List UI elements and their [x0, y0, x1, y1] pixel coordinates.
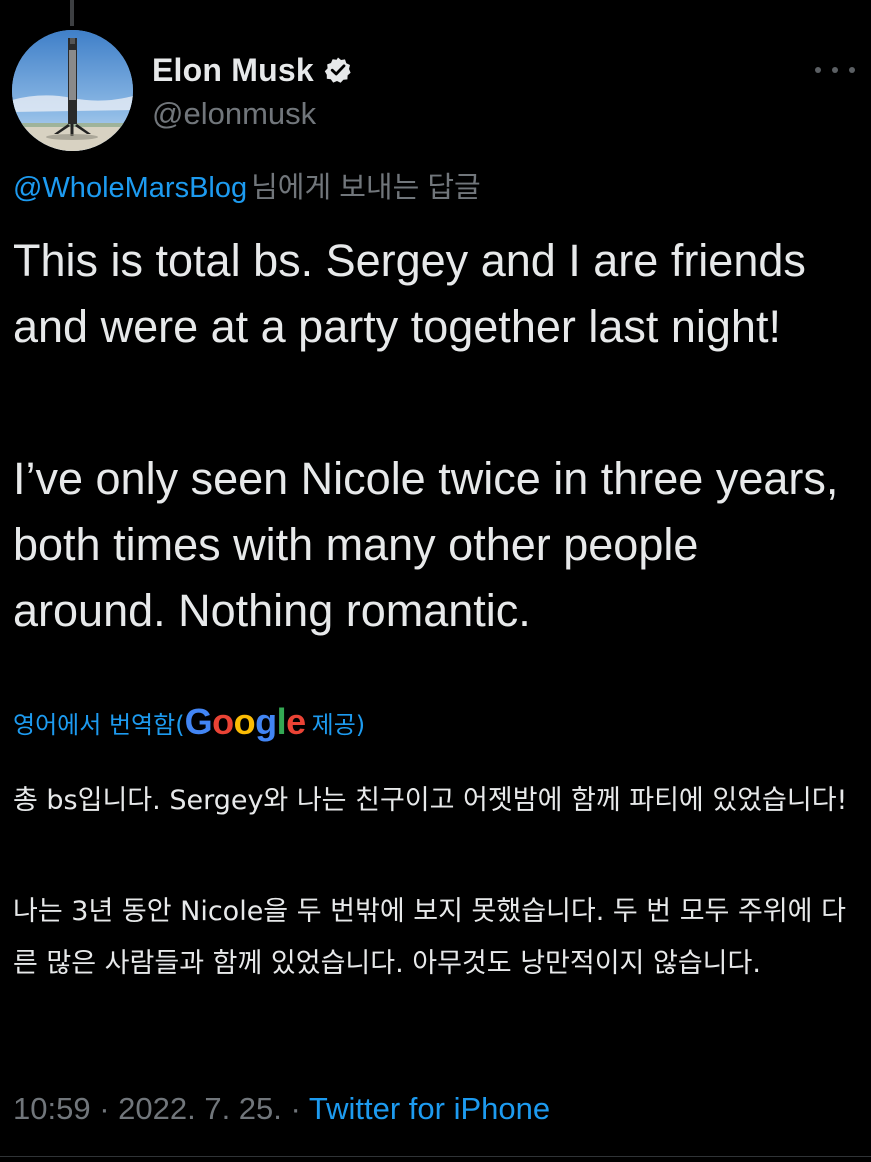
reply-mention-link[interactable]: @WholeMarsBlog: [13, 172, 247, 204]
avatar[interactable]: [12, 30, 133, 151]
google-logo: Google: [184, 701, 307, 742]
tweet-date[interactable]: 2022. 7. 25.: [118, 1091, 282, 1126]
translated-text-paragraph: 나는 3년 동안 Nicole을 두 번밖에 보지 못했습니다. 두 번 모두 …: [13, 896, 846, 979]
more-options-icon[interactable]: [815, 60, 855, 80]
tweet-meta: 10:59 · 2022. 7. 25. · Twitter for iPhon…: [13, 1086, 550, 1132]
author-name-row: Elon Musk: [152, 50, 352, 90]
rocket-booster-avatar-icon: [12, 30, 133, 151]
verified-badge-icon: [324, 56, 352, 84]
translation-label-prefix: 영어에서 번역함(: [13, 710, 185, 739]
tweet-detail: Elon Musk @elonmusk @WholeMarsBlog 님에게 보내…: [0, 0, 871, 1162]
translation-attribution[interactable]: 영어에서 번역함( Google 제공): [13, 700, 365, 744]
meta-separator: ·: [281, 1091, 309, 1126]
divider: [0, 1156, 871, 1157]
tweet-time[interactable]: 10:59: [13, 1091, 91, 1126]
tweet-text-paragraph: I’ve only seen Nicole twice in three yea…: [13, 453, 839, 636]
thread-connector-line: [70, 0, 74, 26]
tweet-source-link[interactable]: Twitter for iPhone: [309, 1091, 550, 1126]
reply-context-suffix: 님에게 보내는 답글: [251, 172, 481, 204]
translation-label-suffix: 제공): [311, 710, 366, 739]
reply-context: @WholeMarsBlog 님에게 보내는 답글: [13, 168, 481, 208]
author-display-name[interactable]: Elon Musk: [152, 52, 314, 89]
author-handle[interactable]: @elonmusk: [152, 96, 316, 132]
translated-text-paragraph: 총 bs입니다. Sergey와 나는 친구이고 어젯밤에 함께 파티에 있었습…: [13, 785, 848, 816]
meta-separator: ·: [90, 1091, 119, 1126]
tweet-text-paragraph: This is total bs. Sergey and I are frien…: [13, 235, 806, 352]
